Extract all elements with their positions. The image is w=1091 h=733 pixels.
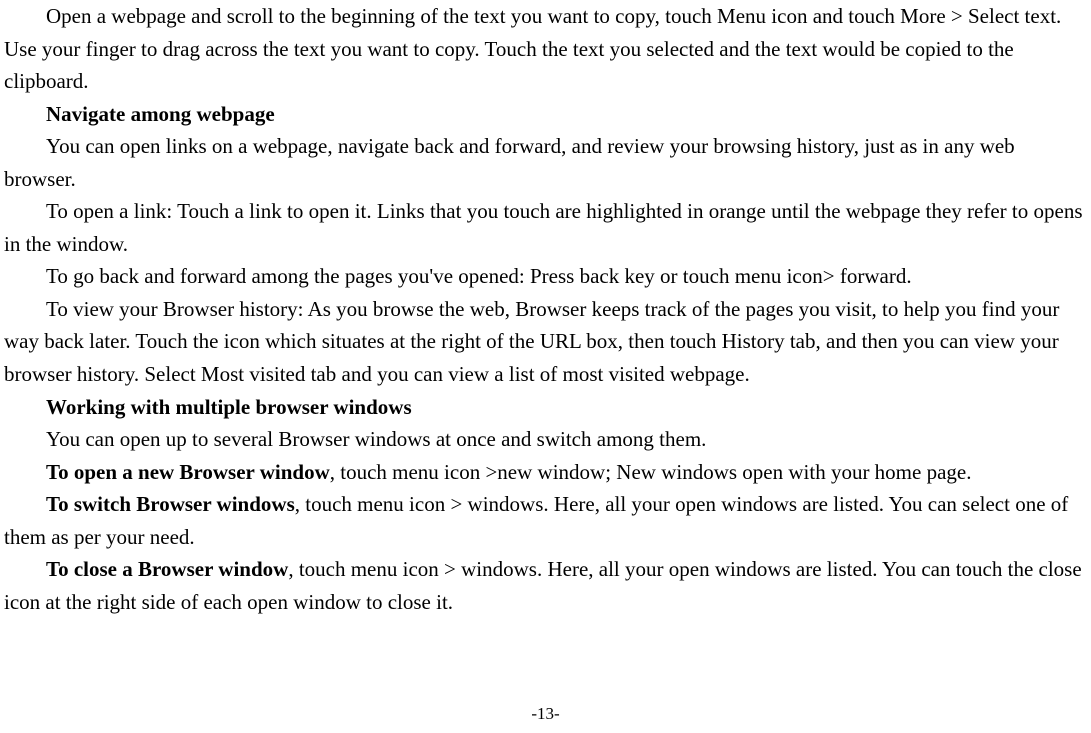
paragraph-copy-text: Open a webpage and scroll to the beginni…: [4, 0, 1087, 98]
document-content: Open a webpage and scroll to the beginni…: [4, 0, 1087, 618]
paragraph-navigate-intro: You can open links on a webpage, navigat…: [4, 130, 1087, 195]
bold-open-new-window: To open a new Browser window: [46, 460, 330, 484]
paragraph-back-forward: To go back and forward among the pages y…: [4, 260, 1087, 293]
heading-multiple-windows: Working with multiple browser windows: [4, 391, 1087, 424]
page-number: -13-: [0, 701, 1091, 727]
paragraph-open-link: To open a link: Touch a link to open it.…: [4, 195, 1087, 260]
bold-close-window: To close a Browser window: [46, 557, 288, 581]
paragraph-multiple-windows-intro: You can open up to several Browser windo…: [4, 423, 1087, 456]
text-open-new-window: , touch menu icon >new window; New windo…: [330, 460, 972, 484]
paragraph-switch-windows: To switch Browser windows, touch menu ic…: [4, 488, 1087, 553]
heading-navigate: Navigate among webpage: [4, 98, 1087, 131]
bold-switch-windows: To switch Browser windows: [46, 492, 295, 516]
paragraph-open-new-window: To open a new Browser window, touch menu…: [4, 456, 1087, 489]
paragraph-close-window: To close a Browser window, touch menu ic…: [4, 553, 1087, 618]
paragraph-browser-history: To view your Browser history: As you bro…: [4, 293, 1087, 391]
